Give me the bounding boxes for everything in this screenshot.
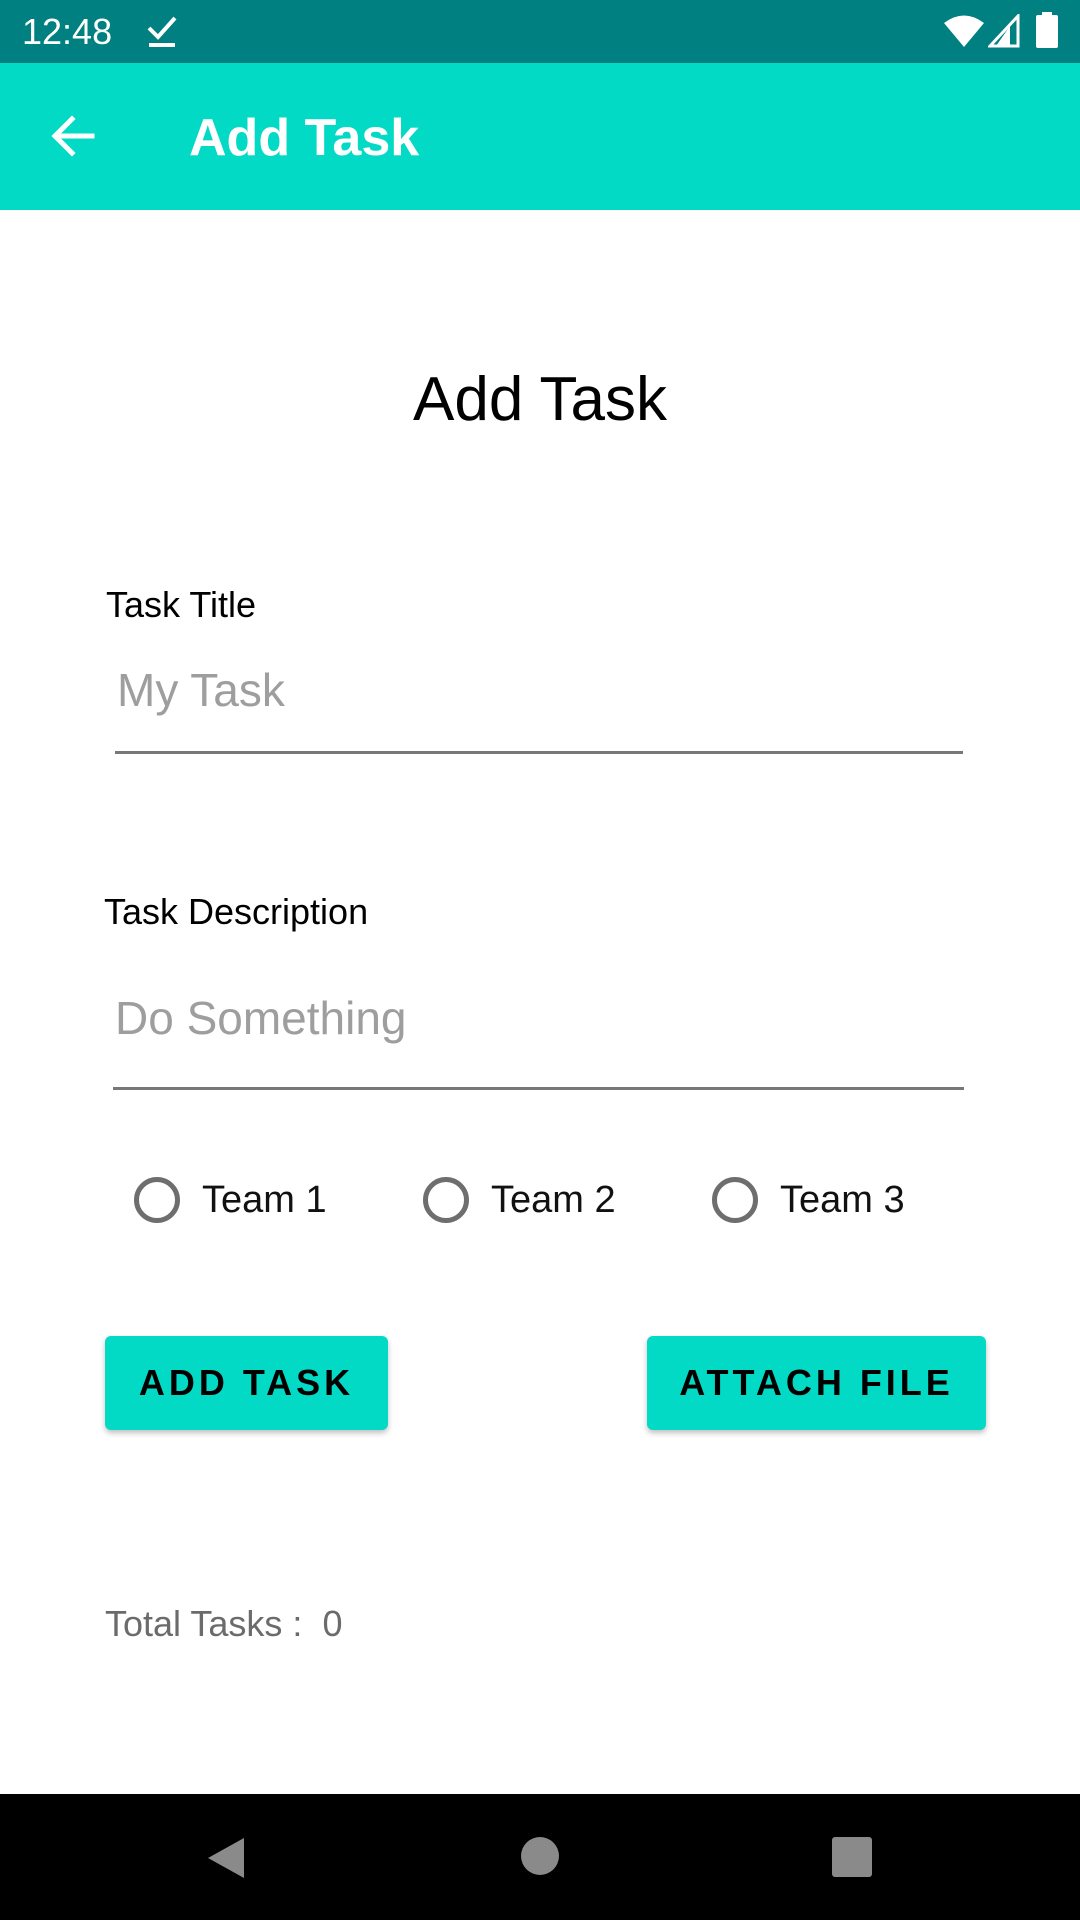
total-tasks-count: 0 (322, 1603, 343, 1644)
team-1-label: Team 1 (202, 1179, 327, 1221)
radio-unchecked-icon[interactable] (134, 1177, 180, 1223)
attach-file-button[interactable]: ATTACH FILE (647, 1336, 986, 1430)
radio-unchecked-icon[interactable] (712, 1177, 758, 1223)
wifi-icon (944, 15, 984, 47)
page-title: Add Task (413, 365, 667, 434)
team-1-radio[interactable]: Team 1 (134, 1172, 327, 1228)
team-2-label: Team 2 (491, 1179, 616, 1221)
radio-unchecked-icon[interactable] (423, 1177, 469, 1223)
arrow-back-icon[interactable] (48, 111, 98, 161)
status-time: 12:48 (22, 11, 113, 52)
team-2-radio[interactable]: Team 2 (423, 1172, 616, 1228)
total-tasks: Total Tasks : 0 (105, 1603, 342, 1645)
team-3-label: Team 3 (780, 1179, 905, 1221)
nav-back-icon[interactable] (204, 1834, 248, 1882)
nav-home-icon[interactable] (520, 1836, 560, 1876)
task-title-label: Task Title (106, 584, 257, 625)
app-bar (0, 63, 1080, 210)
task-description-input[interactable] (113, 970, 964, 1090)
task-title-input[interactable] (115, 650, 963, 754)
check-icon (147, 16, 177, 47)
app-bar-title: Add Task (189, 109, 420, 167)
nav-recent-icon[interactable] (832, 1837, 872, 1877)
total-tasks-label: Total Tasks : (105, 1603, 303, 1644)
team-3-radio[interactable]: Team 3 (712, 1172, 905, 1228)
task-description-label: Task Description (104, 891, 369, 932)
battery-icon (1036, 12, 1058, 48)
signal-icon (988, 14, 1020, 48)
add-task-button[interactable]: ADD TASK (105, 1336, 388, 1430)
